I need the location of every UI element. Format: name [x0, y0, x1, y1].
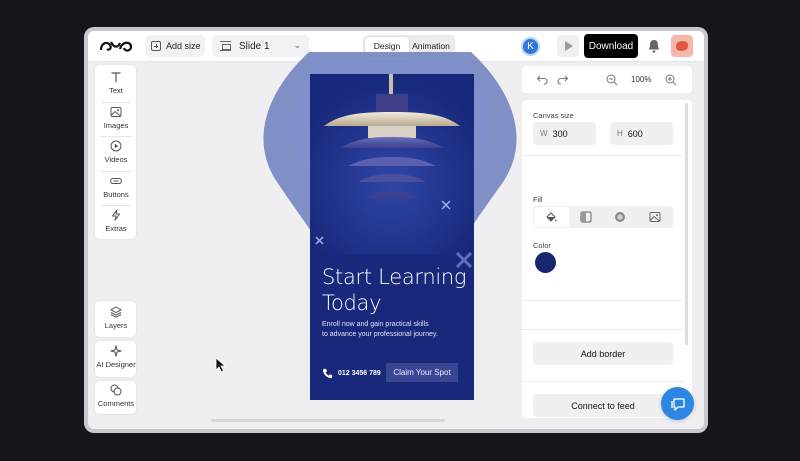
canvas-scrollbar[interactable] [211, 419, 445, 422]
connect-feed-button[interactable]: Connect to feed [533, 394, 673, 417]
tool-ai-designer-label: AI Designer [96, 360, 136, 369]
chevron-down-icon: ⌄ [293, 40, 301, 50]
paint-bucket-icon [546, 212, 557, 222]
solid-fill-option[interactable] [534, 207, 569, 227]
add-border-button[interactable]: Add border [533, 342, 673, 365]
layers-panel: Layers [95, 301, 136, 337]
slide-phone-number: 012 3456 789 [338, 370, 381, 377]
image-fill-icon [649, 212, 661, 222]
image-icon [110, 107, 122, 117]
brand-logo[interactable] [98, 38, 134, 54]
linear-gradient-option[interactable] [569, 207, 604, 227]
slide-cta-button[interactable]: Claim Your Spot [386, 363, 458, 382]
linear-gradient-icon [580, 211, 592, 223]
tool-extras[interactable]: Extras [95, 209, 137, 233]
bell-icon[interactable] [645, 37, 663, 55]
slide-subline[interactable]: Enroll now and gain practical skills to … [322, 320, 472, 340]
width-field[interactable]: W 300 [533, 122, 596, 145]
canvas-size-label: Canvas size [533, 111, 574, 120]
tool-layers-label: Layers [104, 321, 128, 330]
tool-extras-label: Extras [105, 224, 127, 233]
height-key: H [617, 129, 623, 138]
slide-canvas[interactable]: Start Learning Today Enroll now and gain… [310, 74, 474, 400]
tool-ai-designer[interactable]: AI Designer [95, 345, 137, 369]
slide-phone[interactable]: 012 3456 789 [322, 368, 381, 379]
tool-text[interactable]: Text [95, 71, 137, 95]
button-icon [110, 178, 122, 184]
fill-type-selector [533, 206, 673, 228]
tool-buttons-label: Buttons [103, 190, 129, 199]
width-key: W [540, 129, 548, 138]
chat-icon [670, 397, 685, 411]
slide-subline-line1: Enroll now and gain practical skills [322, 321, 429, 328]
properties-panel: Canvas size W 300 H 600 Fill Color Add b… [522, 100, 692, 418]
zoom-out-icon[interactable] [606, 74, 618, 86]
sparkle-icon [110, 345, 122, 357]
plus-icon [151, 41, 161, 51]
slide-headline-line1: Start Learning [322, 265, 467, 289]
add-size-label: Add size [166, 41, 201, 51]
radial-gradient-option[interactable] [603, 207, 638, 227]
slide-subline-line2: to advance your professional journey. [322, 331, 438, 338]
height-field[interactable]: H 600 [610, 122, 673, 145]
phone-icon [322, 368, 333, 379]
text-icon [111, 72, 121, 82]
layers-icon [110, 306, 122, 318]
tool-text-label: Text [109, 86, 123, 95]
zoom-bar: 100% [522, 66, 692, 93]
tool-panel: Text Images Videos Buttons Extras [95, 65, 136, 239]
fill-label: Fill [533, 195, 543, 204]
tool-layers[interactable]: Layers [95, 306, 137, 330]
video-icon [110, 140, 122, 152]
color-swatch[interactable] [535, 252, 556, 273]
tool-comments-label: Comments [97, 399, 135, 408]
tool-images-label: Images [103, 121, 129, 130]
radial-gradient-icon [615, 212, 626, 222]
add-size-button[interactable]: Add size [145, 35, 205, 57]
color-label: Color [533, 241, 551, 250]
slide-select-value: Slide 1 [239, 40, 270, 52]
chat-button[interactable] [661, 387, 694, 420]
download-button[interactable]: Download [584, 34, 638, 58]
comments-panel: Comments [95, 381, 136, 414]
lightning-icon [112, 209, 120, 221]
zoom-level[interactable]: 100% [631, 75, 651, 84]
editor-app: Add size Slide 1 ⌄ Design Animation K Do… [88, 31, 704, 429]
zoom-in-icon[interactable] [665, 74, 677, 86]
lamp-illustration [310, 74, 474, 254]
tool-videos[interactable]: Videos [95, 140, 137, 164]
mouse-cursor-icon [215, 357, 227, 373]
design-thumbnail[interactable] [671, 35, 693, 57]
slide-headline-line2: Today [322, 291, 382, 315]
slide-headline[interactable]: Start Learning Today [322, 264, 472, 316]
image-fill-option[interactable] [638, 207, 673, 227]
undo-icon[interactable] [536, 74, 548, 85]
comments-icon [110, 384, 122, 396]
width-value: 300 [552, 128, 568, 139]
tool-buttons[interactable]: Buttons [95, 175, 137, 199]
tool-videos-label: Videos [104, 155, 128, 164]
redo-icon[interactable] [557, 74, 569, 85]
ai-designer-panel: AI Designer [95, 341, 136, 377]
tool-images[interactable]: Images [95, 106, 137, 130]
slide-icon [220, 41, 231, 51]
height-value: 600 [627, 128, 643, 139]
play-button[interactable] [557, 35, 579, 57]
tool-comments[interactable]: Comments [95, 384, 137, 408]
panel-scrollbar[interactable] [685, 103, 688, 345]
